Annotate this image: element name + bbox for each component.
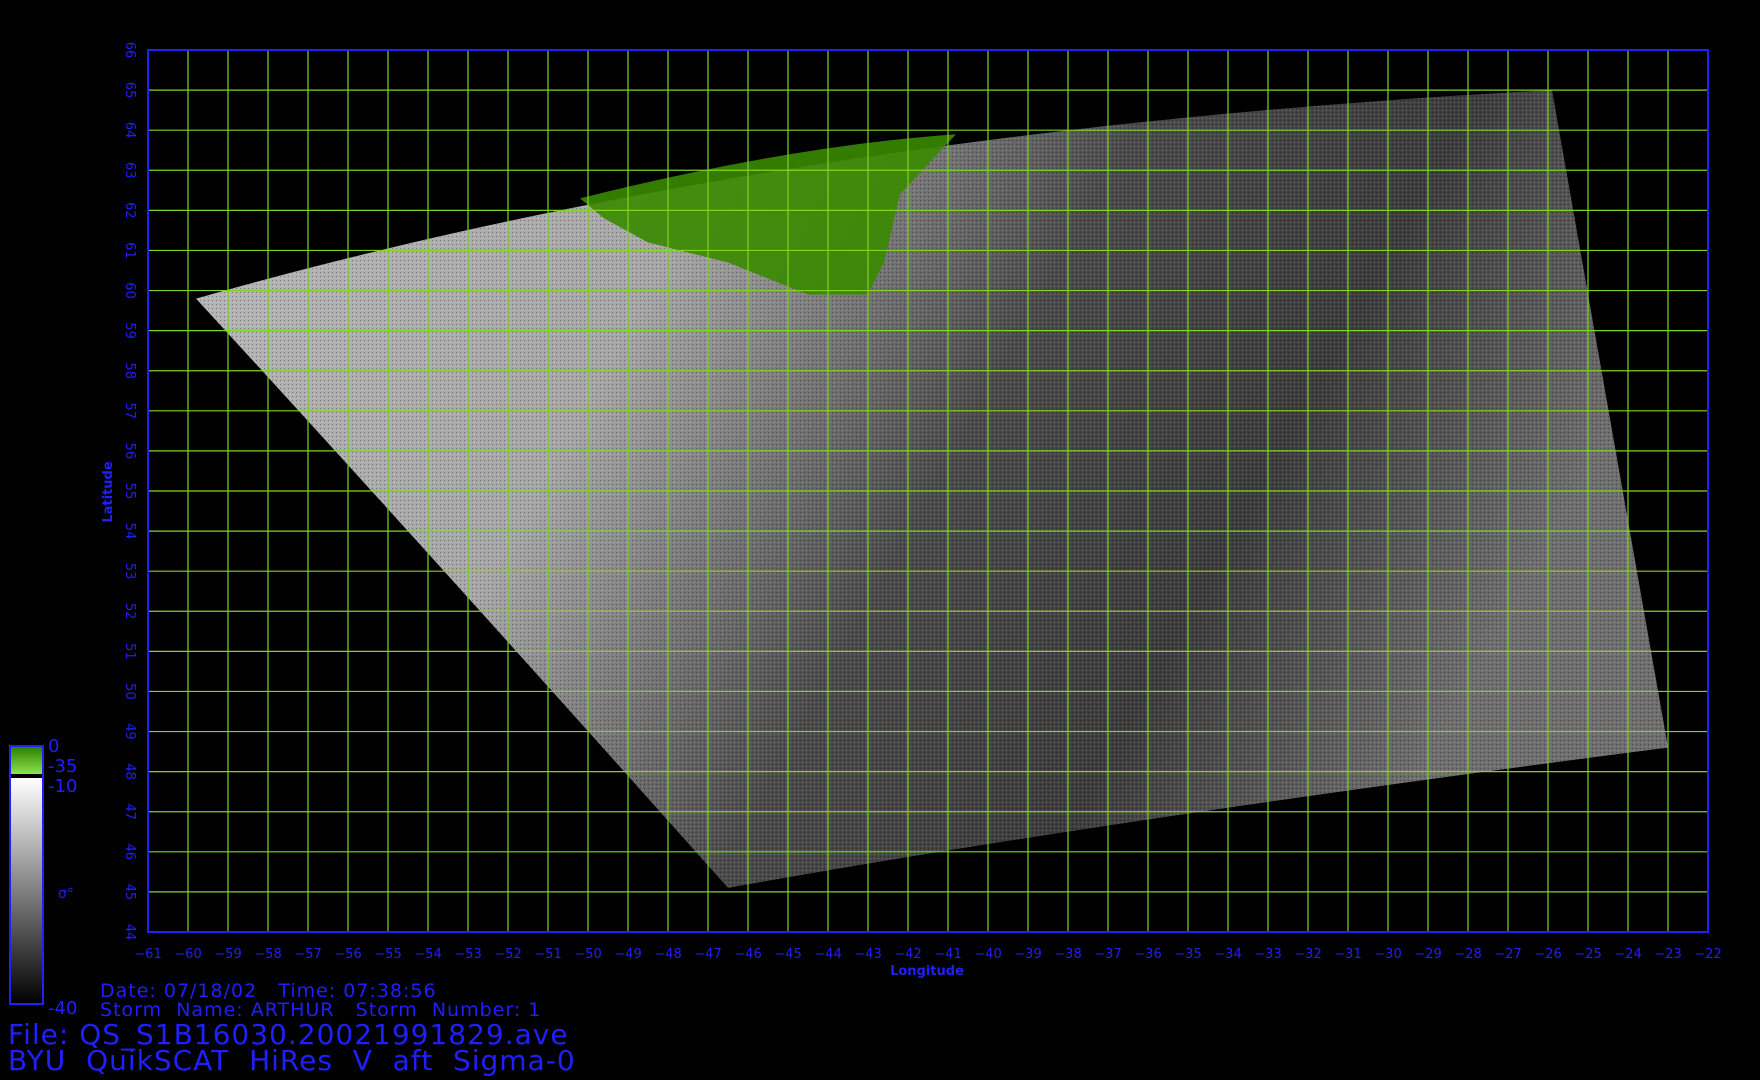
- lon-tick-label: −36: [1134, 947, 1161, 962]
- map-figure: −61 −60 −59 −58 −57 −56 −55 −54 −53 −52 −51 −50 −49−…: [9, 42, 1722, 1019]
- lon-tick-label: −28: [1454, 947, 1481, 962]
- longitude-tick-labels: −61 −60 −59 −58 −57 −56 −55 −54 −53 −52 −51 −50 −49−…: [134, 947, 1721, 962]
- lat-tick-label: 61: [122, 242, 137, 259]
- colorbar: 0 -35 -10 -40 σ°: [9, 736, 77, 1019]
- lon-tick-label: −53: [454, 947, 481, 962]
- lat-tick-label: 51: [122, 643, 137, 660]
- colorbar-min-label: -40: [48, 998, 77, 1019]
- colorbar-split-label: -35: [48, 756, 77, 777]
- lon-tick-label: −55: [374, 947, 401, 962]
- lon-tick-label: −54: [414, 947, 441, 962]
- lon-tick-label: −60: [174, 947, 201, 962]
- lat-tick-label: 59: [122, 322, 137, 339]
- lat-tick-label: 66: [122, 42, 137, 59]
- lon-tick-label: −35: [1174, 947, 1201, 962]
- lon-tick-label: −31: [1334, 947, 1361, 962]
- lon-tick-label: −42: [894, 947, 921, 962]
- lon-tick-label: −49: [614, 947, 641, 962]
- lon-tick-label: −33: [1254, 947, 1281, 962]
- lat-tick-label: 45: [122, 884, 137, 901]
- lat-tick-label: 54: [122, 523, 137, 540]
- lat-tick-label: 60: [122, 282, 137, 299]
- lon-tick-label: −37: [1094, 947, 1121, 962]
- lat-tick-label: 50: [122, 683, 137, 700]
- lat-tick-label: 46: [122, 844, 137, 861]
- lon-tick-label: −34: [1214, 947, 1241, 962]
- colorbar-lower: [10, 778, 43, 1004]
- lon-tick-label: −52: [494, 947, 521, 962]
- lon-tick-label: −26: [1534, 947, 1561, 962]
- latitude-tick-labels: 44 45 46 47 48 49 50 51 52 53 54 55 56 57 58 59 60 61 62 63…: [122, 42, 137, 941]
- lon-tick-label: −58: [254, 947, 281, 962]
- lon-tick-label: −48: [654, 947, 681, 962]
- lon-tick-label: −39: [1014, 947, 1041, 962]
- lon-tick-label: −57: [294, 947, 321, 962]
- lon-tick-label: −50: [574, 947, 601, 962]
- lon-tick-label: −59: [214, 947, 241, 962]
- lon-tick-label: −51: [534, 947, 561, 962]
- lat-tick-label: 63: [122, 162, 137, 179]
- lat-tick-label: 65: [122, 82, 137, 99]
- lon-tick-label: −32: [1294, 947, 1321, 962]
- lon-tick-label: −30: [1374, 947, 1401, 962]
- sigma0-swath: [196, 90, 1668, 888]
- lon-tick-label: −27: [1494, 947, 1521, 962]
- title-line: BYU QuikSCAT HiRes V aft Sigma-0: [8, 1044, 576, 1077]
- x-axis-label: Longitude: [890, 964, 964, 979]
- colorbar-symbol: σ°: [58, 886, 74, 902]
- lat-tick-label: 55: [122, 483, 137, 500]
- swath-texture: [196, 90, 1668, 888]
- lon-tick-label: −38: [1054, 947, 1081, 962]
- colorbar-upper: [10, 746, 43, 774]
- lon-tick-label: −46: [734, 947, 761, 962]
- lat-tick-label: 57: [122, 403, 137, 420]
- lon-tick-label: −43: [854, 947, 881, 962]
- lon-tick-label: −23: [1654, 947, 1681, 962]
- lat-tick-label: 44: [122, 924, 137, 941]
- lon-tick-label: −25: [1574, 947, 1601, 962]
- lon-tick-label: −41: [934, 947, 961, 962]
- lat-tick-label: 58: [122, 362, 137, 379]
- lon-tick-label: −24: [1614, 947, 1641, 962]
- lon-tick-label: −56: [334, 947, 361, 962]
- y-axis-label: Latitude: [101, 461, 116, 523]
- colorbar-max-label: 0: [48, 736, 59, 757]
- lat-tick-label: 56: [122, 443, 137, 460]
- lon-tick-label: −47: [694, 947, 721, 962]
- lon-tick-label: −44: [814, 947, 841, 962]
- lon-tick-label: −61: [134, 947, 161, 962]
- lat-tick-label: 62: [122, 202, 137, 219]
- lon-tick-label: −40: [974, 947, 1001, 962]
- lat-tick-label: 52: [122, 603, 137, 620]
- lat-tick-label: 48: [122, 763, 137, 780]
- lon-tick-label: −22: [1694, 947, 1721, 962]
- lat-tick-label: 47: [122, 803, 137, 820]
- lat-tick-label: 49: [122, 723, 137, 740]
- lat-tick-label: 53: [122, 563, 137, 580]
- lat-tick-label: 64: [122, 122, 137, 139]
- lon-tick-label: −45: [774, 947, 801, 962]
- lon-tick-label: −29: [1414, 947, 1441, 962]
- colorbar-upper-label: -10: [48, 776, 77, 797]
